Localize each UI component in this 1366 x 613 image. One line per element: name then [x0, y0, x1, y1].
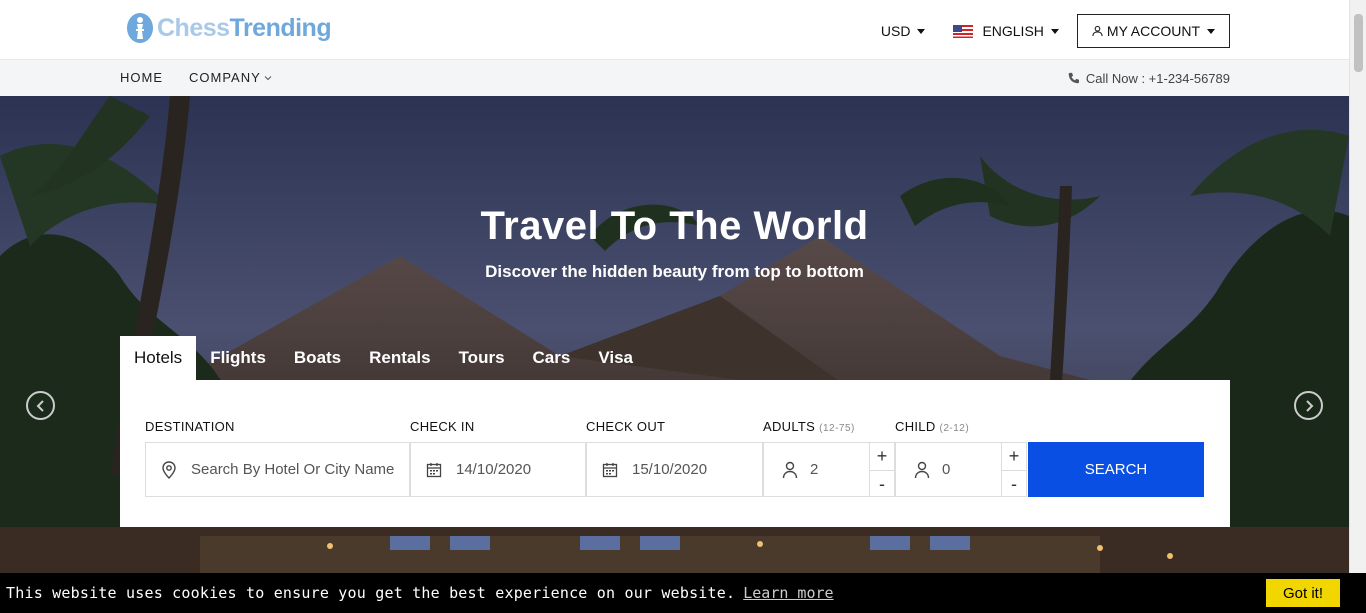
language-label: ENGLISH [982, 23, 1044, 39]
top-bar: ChessTrending USD ENGLISH MY ACCOUNT [0, 0, 1349, 59]
slider-prev-button[interactable] [26, 391, 55, 420]
calendar-icon [426, 462, 442, 477]
hero-subtitle: Discover the hidden beauty from top to b… [485, 262, 864, 281]
check-out-input[interactable]: 15/10/2020 [586, 442, 763, 497]
search-button[interactable]: SEARCH [1028, 442, 1204, 497]
child-value: 0 [942, 461, 951, 478]
check-out-value: 15/10/2020 [632, 461, 708, 478]
my-account-button[interactable]: MY ACCOUNT [1076, 14, 1230, 48]
top-right-menu: USD ENGLISH MY ACCOUNT [853, 14, 1230, 48]
language-dropdown[interactable]: ENGLISH [953, 23, 1059, 39]
nav-bar: HOME COMPANY Call Now : +1-234-56789 [0, 59, 1349, 96]
user-icon [782, 461, 798, 478]
child-decrement-button[interactable]: - [1002, 470, 1026, 497]
child-label: CHILD (2-12) [895, 419, 970, 434]
my-account-label: MY ACCOUNT [1106, 23, 1200, 39]
hotel-search-form: DESTINATION CHECK IN CHECK OUT ADULTS (12… [120, 380, 1230, 527]
main-nav: HOME COMPANY [120, 70, 298, 85]
logo-text: ChessTrending [157, 13, 332, 42]
check-in-label: CHECK IN [410, 419, 475, 434]
chevron-right-icon [1305, 399, 1313, 412]
nav-item-company-label: COMPANY [189, 70, 261, 85]
adults-input[interactable]: 2 [763, 442, 870, 497]
calendar-icon [602, 462, 618, 477]
hero-title: Travel To The World [480, 204, 869, 248]
currency-label: USD [880, 23, 911, 39]
currency-dropdown[interactable]: USD [881, 23, 926, 39]
child-increment-button[interactable]: + [1002, 443, 1026, 470]
child-stepper: + - [1002, 442, 1027, 497]
chevron-left-icon [36, 399, 44, 412]
page-scrollbar[interactable] [1349, 0, 1366, 613]
chevron-down-icon [264, 75, 272, 80]
hero-section: Travel To The World Discover the hidden … [0, 96, 1349, 613]
cookie-message: This website uses cookies to ensure you … [6, 584, 736, 602]
destination-placeholder: Search By Hotel Or City Name [191, 461, 395, 478]
cookie-accept-button[interactable]: Got it! [1266, 579, 1340, 607]
adults-increment-button[interactable]: + [870, 443, 894, 470]
adults-range: (12-75) [819, 423, 855, 434]
cookie-learn-more-link[interactable]: Learn more [743, 584, 833, 602]
tab-tours[interactable]: Tours [445, 336, 519, 380]
nav-item-company[interactable]: COMPANY [189, 70, 272, 85]
phone-icon [1068, 72, 1079, 84]
destination-input[interactable]: Search By Hotel Or City Name [145, 442, 410, 497]
destination-label: DESTINATION [145, 419, 235, 434]
adults-stepper: + - [870, 442, 895, 497]
logo-icon [127, 13, 153, 43]
tab-hotels[interactable]: Hotels [120, 336, 197, 380]
tab-rentals[interactable]: Rentals [355, 336, 444, 380]
caret-down-icon [1050, 28, 1059, 34]
check-in-value: 14/10/2020 [456, 461, 532, 478]
user-icon [1092, 25, 1103, 37]
adults-decrement-button[interactable]: - [870, 470, 894, 497]
caret-down-icon [1207, 28, 1215, 34]
tab-cars[interactable]: Cars [519, 336, 585, 380]
map-pin-icon [162, 460, 176, 479]
adults-value: 2 [810, 461, 819, 478]
cookie-banner: This website uses cookies to ensure you … [0, 573, 1366, 613]
nav-item-home[interactable]: HOME [120, 70, 163, 85]
tab-flights[interactable]: Flights [196, 336, 280, 380]
us-flag-icon [953, 24, 974, 38]
logo[interactable]: ChessTrending [125, 10, 332, 46]
check-in-input[interactable]: 14/10/2020 [410, 442, 586, 497]
caret-down-icon [917, 28, 926, 34]
call-now[interactable]: Call Now : +1-234-56789 [1067, 71, 1230, 86]
slider-next-button[interactable] [1294, 391, 1323, 420]
child-range: (2-12) [939, 423, 970, 434]
child-input[interactable]: 0 [895, 442, 1002, 497]
search-tabs: Hotels Flights Boats Rentals Tours Cars … [120, 336, 647, 380]
tab-visa[interactable]: Visa [584, 336, 647, 380]
adults-label: ADULTS (12-75) [763, 419, 855, 434]
user-icon [914, 461, 930, 478]
tab-boats[interactable]: Boats [280, 336, 355, 380]
check-out-label: CHECK OUT [586, 419, 666, 434]
call-now-text: Call Now : +1-234-56789 [1085, 71, 1230, 86]
scrollbar-thumb[interactable] [1354, 14, 1363, 72]
